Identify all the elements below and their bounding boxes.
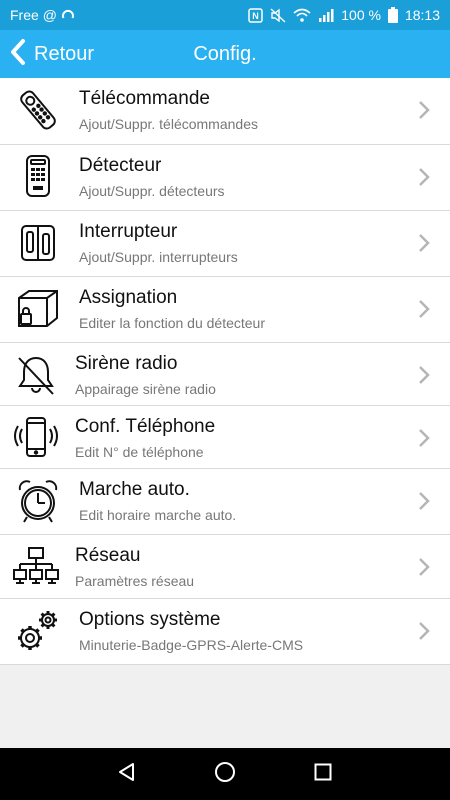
nfc-icon: N xyxy=(248,7,263,23)
menu-item-title: Conf. Téléphone xyxy=(75,416,216,437)
circle-home-icon xyxy=(214,761,236,788)
chevron-left-icon xyxy=(10,38,26,70)
chevron-right-icon xyxy=(418,299,430,324)
switch-icon xyxy=(14,219,62,267)
app-header: Retour Config. xyxy=(0,30,450,78)
chevron-right-icon xyxy=(418,100,430,125)
menu-item-subtitle: Ajout/Suppr. détecteurs xyxy=(79,183,225,199)
menu-item-title: Réseau xyxy=(75,545,141,566)
battery-icon xyxy=(387,7,398,23)
gears-icon xyxy=(14,607,62,655)
menu-item-reseau[interactable]: Réseau Paramètres réseau xyxy=(0,535,450,599)
remote-control-icon xyxy=(14,86,62,134)
menu-item-subtitle: Paramètres réseau xyxy=(75,573,195,589)
sync-icon xyxy=(61,8,75,22)
bell-off-icon xyxy=(12,351,60,399)
chevron-right-icon xyxy=(418,491,430,516)
settings-list: Télécommande Ajout/Suppr. télécommandes … xyxy=(0,78,450,665)
back-label: Retour xyxy=(34,42,95,65)
svg-text:N: N xyxy=(253,11,260,21)
nav-back-button[interactable] xyxy=(109,756,145,792)
clock-time: 18:13 xyxy=(404,7,440,23)
back-button[interactable]: Retour xyxy=(10,30,94,78)
nav-recents-button[interactable] xyxy=(305,756,341,792)
network-icon xyxy=(12,543,60,591)
menu-item-conf-telephone[interactable]: Conf. Téléphone Edit N° de téléphone xyxy=(0,406,450,469)
menu-item-subtitle: Ajout/Suppr. télécommandes xyxy=(79,116,258,132)
menu-item-interrupteur[interactable]: Interrupteur Ajout/Suppr. interrupteurs xyxy=(0,211,450,277)
menu-item-subtitle: Minuterie-Badge-GPRS-Alerte-CMS xyxy=(79,637,304,653)
carrier-suffix: @ xyxy=(42,7,58,23)
triangle-back-icon xyxy=(117,762,137,787)
menu-item-title: Sirène radio xyxy=(75,353,178,374)
menu-item-telecommande[interactable]: Télécommande Ajout/Suppr. télécommandes xyxy=(0,78,450,145)
menu-item-subtitle: Editer la fonction du détecteur xyxy=(79,315,266,331)
menu-item-marche-auto[interactable]: Marche auto. Edit horaire marche auto. xyxy=(0,469,450,535)
menu-item-detecteur[interactable]: Détecteur Ajout/Suppr. détecteurs xyxy=(0,145,450,211)
mute-icon xyxy=(270,7,286,23)
chevron-right-icon xyxy=(418,365,430,390)
chevron-right-icon xyxy=(418,233,430,258)
menu-item-title: Télécommande xyxy=(79,88,210,109)
detector-keypad-icon xyxy=(14,153,62,201)
nav-home-button[interactable] xyxy=(207,756,243,792)
wifi-icon xyxy=(293,8,311,22)
status-bar: Free @ N 100 % 18:13 xyxy=(0,0,450,30)
chevron-right-icon xyxy=(418,557,430,582)
chevron-right-icon xyxy=(418,428,430,453)
signal-icon xyxy=(318,8,334,22)
menu-item-title: Options système xyxy=(79,609,221,630)
system-nav-bar xyxy=(0,748,450,800)
menu-item-title: Marche auto. xyxy=(79,479,190,500)
chevron-right-icon xyxy=(418,621,430,646)
menu-item-subtitle: Edit horaire marche auto. xyxy=(79,507,237,523)
square-recents-icon xyxy=(314,763,332,786)
alarm-clock-icon xyxy=(14,477,62,525)
menu-item-title: Interrupteur xyxy=(79,221,178,242)
menu-item-title: Assignation xyxy=(79,287,178,308)
battery-level: 100 % xyxy=(341,7,381,23)
assignment-box-lock-icon xyxy=(14,285,62,333)
menu-item-options-systeme[interactable]: Options système Minuterie-Badge-GPRS-Ale… xyxy=(0,599,450,665)
menu-item-subtitle: Edit N° de téléphone xyxy=(75,444,204,460)
carrier-label: Free xyxy=(10,7,39,23)
menu-item-assignation[interactable]: Assignation Editer la fonction du détect… xyxy=(0,277,450,343)
phone-icon xyxy=(12,414,60,462)
chevron-right-icon xyxy=(418,167,430,192)
menu-item-title: Détecteur xyxy=(79,155,162,176)
menu-item-sirene-radio[interactable]: Sirène radio Appairage sirène radio xyxy=(0,343,450,406)
menu-item-subtitle: Appairage sirène radio xyxy=(75,381,216,397)
menu-item-subtitle: Ajout/Suppr. interrupteurs xyxy=(79,249,238,265)
